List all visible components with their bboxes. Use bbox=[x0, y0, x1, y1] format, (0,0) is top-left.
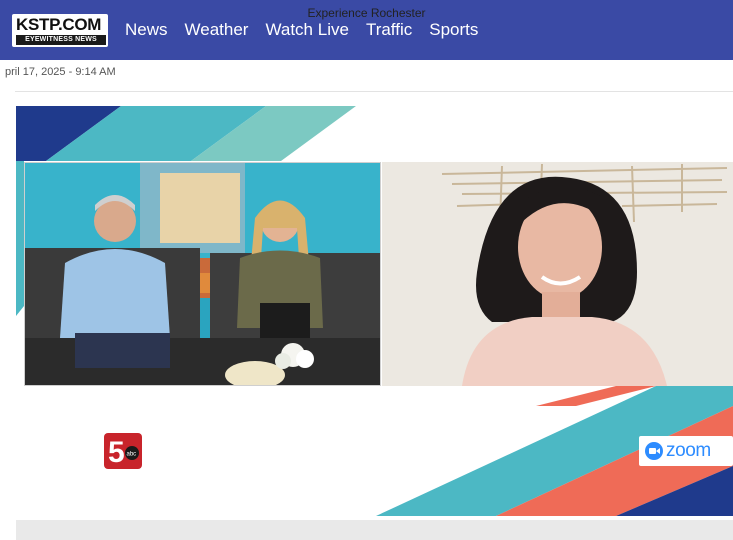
nav-traffic[interactable]: Traffic bbox=[366, 19, 412, 41]
nav-watch-live[interactable]: Watch Live bbox=[265, 19, 348, 41]
zoom-camera-icon bbox=[645, 442, 663, 460]
svg-text:abc: abc bbox=[127, 452, 137, 458]
studio-scene bbox=[25, 163, 380, 385]
zoom-label: zoom bbox=[666, 440, 711, 461]
video-caption-bar bbox=[16, 520, 733, 540]
divider bbox=[15, 91, 733, 92]
nav-news[interactable]: News bbox=[125, 19, 168, 41]
nav-sports[interactable]: Sports bbox=[429, 19, 478, 41]
zoom-badge: zoom bbox=[639, 436, 733, 466]
studio-video-pane bbox=[24, 162, 381, 386]
guest-video-pane bbox=[382, 162, 733, 386]
main-nav: News Weather Watch Live Traffic Sports bbox=[125, 19, 495, 41]
nav-weather[interactable]: Weather bbox=[185, 19, 249, 41]
guest-scene bbox=[382, 162, 733, 386]
logo-subtext: EYEWITNESS NEWS bbox=[16, 35, 106, 45]
video-caption: Experience Rochester bbox=[307, 6, 426, 20]
article-dateline: pril 17, 2025 - 9:14 AM bbox=[5, 66, 116, 78]
channel-5-abc-logo: 5 abc bbox=[104, 433, 142, 469]
video-player[interactable]: 5 abc zoom bbox=[16, 106, 733, 516]
svg-text:5: 5 bbox=[108, 436, 125, 469]
